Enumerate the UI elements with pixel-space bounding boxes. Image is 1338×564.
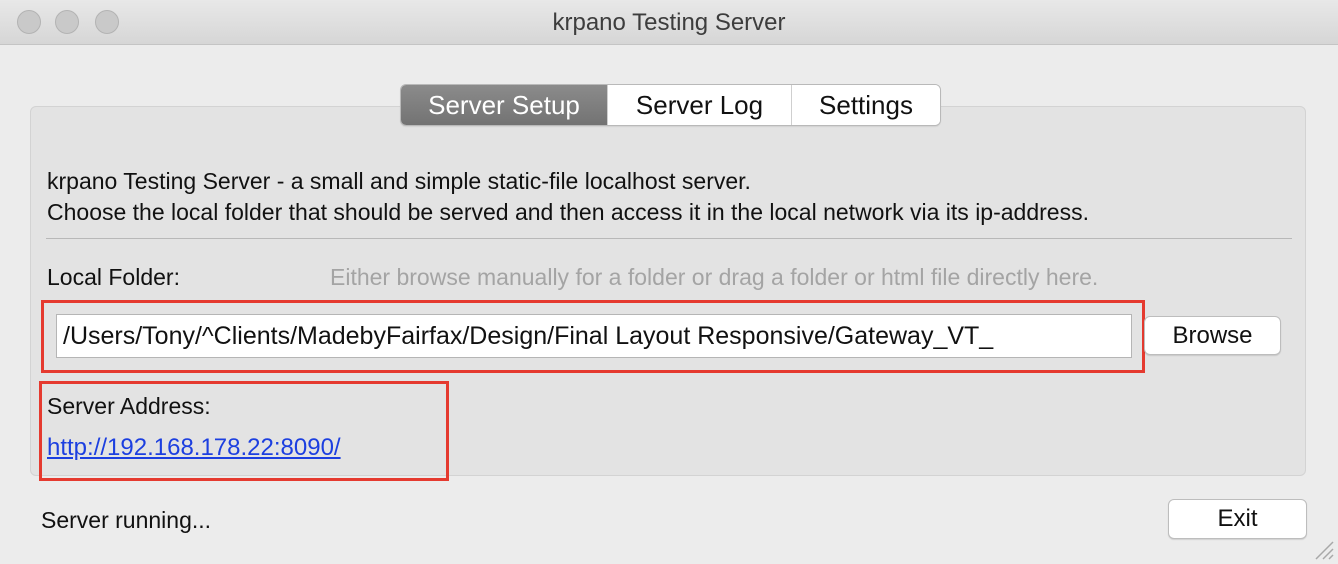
tab-server-log[interactable]: Server Log [608, 85, 792, 125]
title-bar: krpano Testing Server [0, 0, 1338, 45]
local-folder-hint: Either browse manually for a folder or d… [330, 264, 1099, 290]
local-folder-field[interactable]: /Users/Tony/^Clients/MadebyFairfax/Desig… [56, 314, 1132, 358]
status-text: Server running... [41, 507, 212, 533]
tab-bar: Server Setup Server Log Settings [400, 84, 941, 126]
local-folder-label: Local Folder: [47, 264, 180, 290]
exit-button[interactable]: Exit [1168, 499, 1307, 539]
description-line-2: Choose the local folder that should be s… [47, 199, 1089, 225]
server-address-label: Server Address: [47, 393, 211, 419]
tab-settings[interactable]: Settings [792, 85, 940, 125]
description-line-1: krpano Testing Server - a small and simp… [47, 168, 751, 194]
server-address-link[interactable]: http://192.168.178.22:8090/ [47, 434, 341, 462]
resize-grip-icon[interactable] [1312, 538, 1334, 560]
tab-server-setup[interactable]: Server Setup [401, 85, 608, 125]
divider [46, 238, 1292, 239]
window-title: krpano Testing Server [552, 9, 786, 36]
browse-button[interactable]: Browse [1144, 316, 1281, 355]
